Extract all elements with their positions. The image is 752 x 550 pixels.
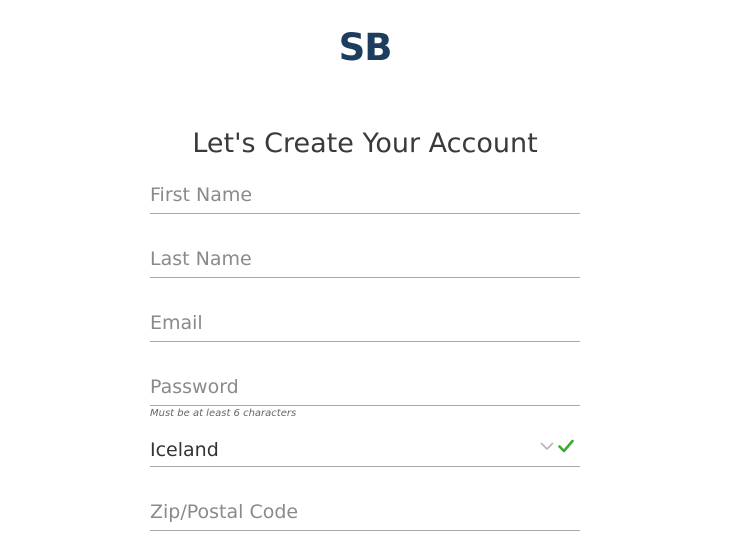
zip-field-container	[150, 494, 580, 531]
password-hint: Must be at least 6 characters	[150, 408, 297, 419]
zip-input[interactable]	[150, 494, 580, 530]
first-name-field-container	[150, 177, 580, 214]
last-name-field-container	[150, 241, 580, 278]
password-field-container	[150, 369, 580, 406]
checkmark-icon	[558, 439, 574, 453]
first-name-input[interactable]	[150, 177, 580, 213]
country-select[interactable]: Iceland	[150, 432, 580, 467]
country-select-value: Iceland	[150, 439, 219, 461]
password-input[interactable]	[150, 369, 580, 405]
sb-logo: SB	[338, 26, 393, 69]
signup-page: SB Let's Create Your Account Must be at …	[0, 0, 752, 550]
email-input[interactable]	[150, 305, 580, 341]
last-name-input[interactable]	[150, 241, 580, 277]
page-title: Let's Create Your Account	[192, 128, 538, 160]
email-field-container	[150, 305, 580, 342]
chevron-down-icon[interactable]	[540, 441, 554, 451]
